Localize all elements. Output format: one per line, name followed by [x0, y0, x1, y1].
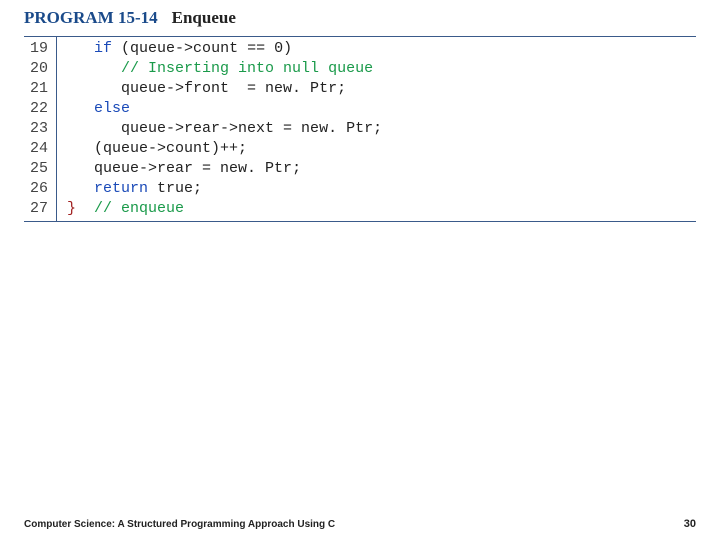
code-token: queue->rear->next = new. Ptr;	[121, 120, 382, 137]
code-token: queue->front = new. Ptr;	[121, 80, 346, 97]
code-line: } // enqueue	[67, 199, 382, 219]
page-number: 30	[684, 518, 696, 530]
code-token: queue->rear = new. Ptr;	[94, 160, 301, 177]
footer-text: Computer Science: A Structured Programmi…	[24, 519, 335, 530]
line-number: 24	[30, 139, 48, 159]
line-number: 22	[30, 99, 48, 119]
slide-footer: Computer Science: A Structured Programmi…	[24, 518, 696, 530]
code-token	[76, 200, 94, 217]
program-header: PROGRAM 15-14 Enqueue	[0, 0, 720, 32]
code-line: return true;	[67, 179, 382, 199]
code-listing: 192021222324252627 if (queue->count == 0…	[24, 36, 696, 222]
line-number: 19	[30, 39, 48, 59]
keyword: else	[94, 100, 130, 117]
code-line: else	[67, 99, 382, 119]
code-token: (queue->count)++;	[94, 140, 247, 157]
code-token: (queue->count == 0)	[112, 40, 292, 57]
line-number: 26	[30, 179, 48, 199]
code-token: true;	[148, 180, 202, 197]
comment: // Inserting into null queue	[121, 60, 373, 77]
line-number-gutter: 192021222324252627	[24, 37, 57, 221]
code-line: if (queue->count == 0)	[67, 39, 382, 59]
program-title: Enqueue	[172, 8, 236, 28]
program-label: PROGRAM 15-14	[24, 8, 158, 28]
keyword: if	[94, 40, 112, 57]
keyword: return	[94, 180, 148, 197]
comment: // enqueue	[94, 200, 184, 217]
line-number: 27	[30, 199, 48, 219]
line-number: 20	[30, 59, 48, 79]
code-line: queue->front = new. Ptr;	[67, 79, 382, 99]
code-line: queue->rear = new. Ptr;	[67, 159, 382, 179]
line-number: 25	[30, 159, 48, 179]
line-number: 21	[30, 79, 48, 99]
brace: }	[67, 200, 76, 217]
code-body: if (queue->count == 0) // Inserting into…	[57, 37, 382, 221]
code-line: (queue->count)++;	[67, 139, 382, 159]
line-number: 23	[30, 119, 48, 139]
code-line: // Inserting into null queue	[67, 59, 382, 79]
code-line: queue->rear->next = new. Ptr;	[67, 119, 382, 139]
